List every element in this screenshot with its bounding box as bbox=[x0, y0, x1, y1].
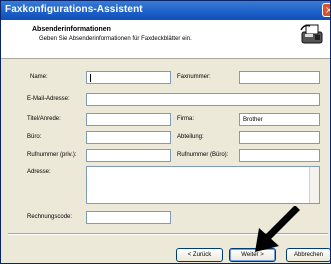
title-bar[interactable]: Faxkonfigurations-Assistent × bbox=[1, 1, 330, 20]
rufnummer-priv-label: Rufnummer (priv.): bbox=[27, 152, 77, 158]
rufnummer-buero-field[interactable] bbox=[239, 149, 320, 162]
rechnungscode-field[interactable] bbox=[86, 211, 171, 224]
buero-label: Büro: bbox=[27, 134, 42, 140]
faxnummer-field[interactable] bbox=[239, 71, 320, 84]
name-field[interactable] bbox=[86, 71, 171, 84]
adresse-label: Adresse: bbox=[27, 169, 51, 175]
firma-label: Firma: bbox=[177, 116, 194, 122]
adresse-scrollbar[interactable] bbox=[309, 167, 319, 203]
header-subtitle: Geben Sie Absenderinformationen für Faxd… bbox=[39, 36, 192, 42]
abteilung-field[interactable] bbox=[239, 131, 320, 144]
titel-label: Titel/Anrede: bbox=[27, 116, 61, 122]
back-button[interactable]: < Zurück bbox=[176, 248, 223, 262]
text-caret bbox=[90, 74, 91, 82]
email-label: E-Mail-Adresse: bbox=[27, 96, 70, 102]
buero-field[interactable] bbox=[86, 131, 171, 144]
rechnungscode-label: Rechnungscode: bbox=[27, 214, 73, 220]
faxnummer-label: Faxnummer: bbox=[177, 74, 211, 80]
close-button[interactable]: × bbox=[322, 3, 330, 17]
window-title: Faxkonfigurations-Assistent bbox=[5, 4, 143, 15]
wizard-window: Faxkonfigurations-Assistent × Absenderin… bbox=[0, 0, 331, 264]
email-field[interactable] bbox=[86, 93, 320, 106]
pointer-arrow-icon bbox=[255, 206, 300, 252]
titel-field[interactable] bbox=[86, 113, 171, 126]
name-label: Name: bbox=[30, 74, 48, 80]
adresse-field[interactable] bbox=[86, 166, 320, 204]
rufnummer-priv-field[interactable] bbox=[86, 149, 171, 162]
header-title: Absenderinformationen bbox=[32, 26, 111, 33]
rufnummer-buero-label: Rufnummer (Büro): bbox=[177, 152, 229, 158]
firma-field[interactable]: Brother bbox=[239, 113, 320, 126]
wizard-header: Absenderinformationen Geben Sie Absender… bbox=[1, 20, 330, 59]
fax-machine-icon bbox=[300, 24, 323, 44]
abteilung-label: Abteilung: bbox=[177, 134, 204, 140]
